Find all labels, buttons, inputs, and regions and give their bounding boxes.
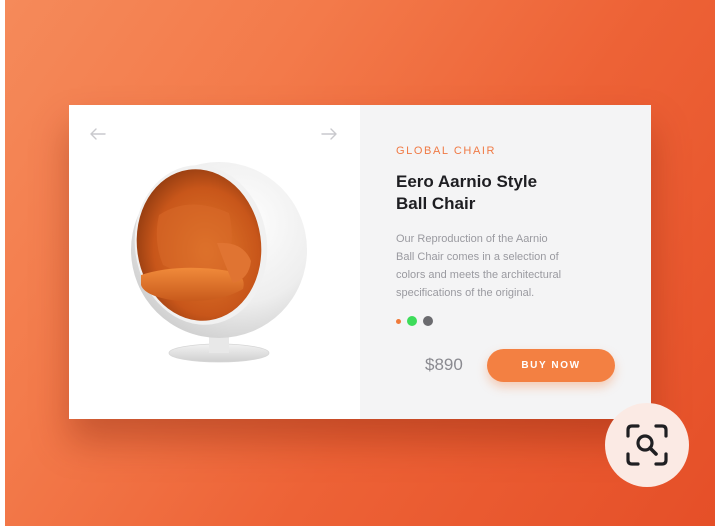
description-line: specifications of the original. bbox=[396, 287, 535, 299]
buy-now-button[interactable]: BUY NOW bbox=[487, 349, 615, 382]
product-title: Eero Aarnio Style Ball Chair bbox=[396, 171, 616, 215]
color-swatch-gray[interactable] bbox=[423, 316, 433, 326]
arrow-left-icon[interactable] bbox=[87, 123, 109, 145]
background-frame: GLOBAL CHAIR Eero Aarnio Style Ball Chai… bbox=[5, 0, 715, 526]
color-swatch-orange[interactable] bbox=[396, 318, 401, 324]
description-line: Our Reproduction of the Aarnio bbox=[396, 233, 548, 245]
ball-chair-image bbox=[131, 162, 307, 363]
product-image-panel bbox=[69, 105, 360, 419]
product-card: GLOBAL CHAIR Eero Aarnio Style Ball Chai… bbox=[69, 105, 651, 419]
visual-search-button[interactable] bbox=[605, 403, 689, 487]
description-line: colors and meets the architectural bbox=[396, 269, 562, 281]
product-info-panel: GLOBAL CHAIR Eero Aarnio Style Ball Chai… bbox=[360, 105, 651, 419]
color-swatches bbox=[396, 315, 439, 327]
description-line: Ball Chair comes in a selection of bbox=[396, 251, 559, 263]
product-price: $890 bbox=[425, 355, 463, 374]
product-title-line: Eero Aarnio Style bbox=[396, 172, 538, 191]
brand-label: GLOBAL CHAIR bbox=[396, 145, 497, 157]
product-title-line: Ball Chair bbox=[396, 194, 476, 213]
arrow-right-icon[interactable] bbox=[318, 123, 340, 145]
color-swatch-green[interactable] bbox=[407, 316, 417, 326]
product-description: Our Reproduction of the Aarnio Ball Chai… bbox=[396, 230, 616, 302]
visual-search-icon bbox=[626, 424, 668, 466]
